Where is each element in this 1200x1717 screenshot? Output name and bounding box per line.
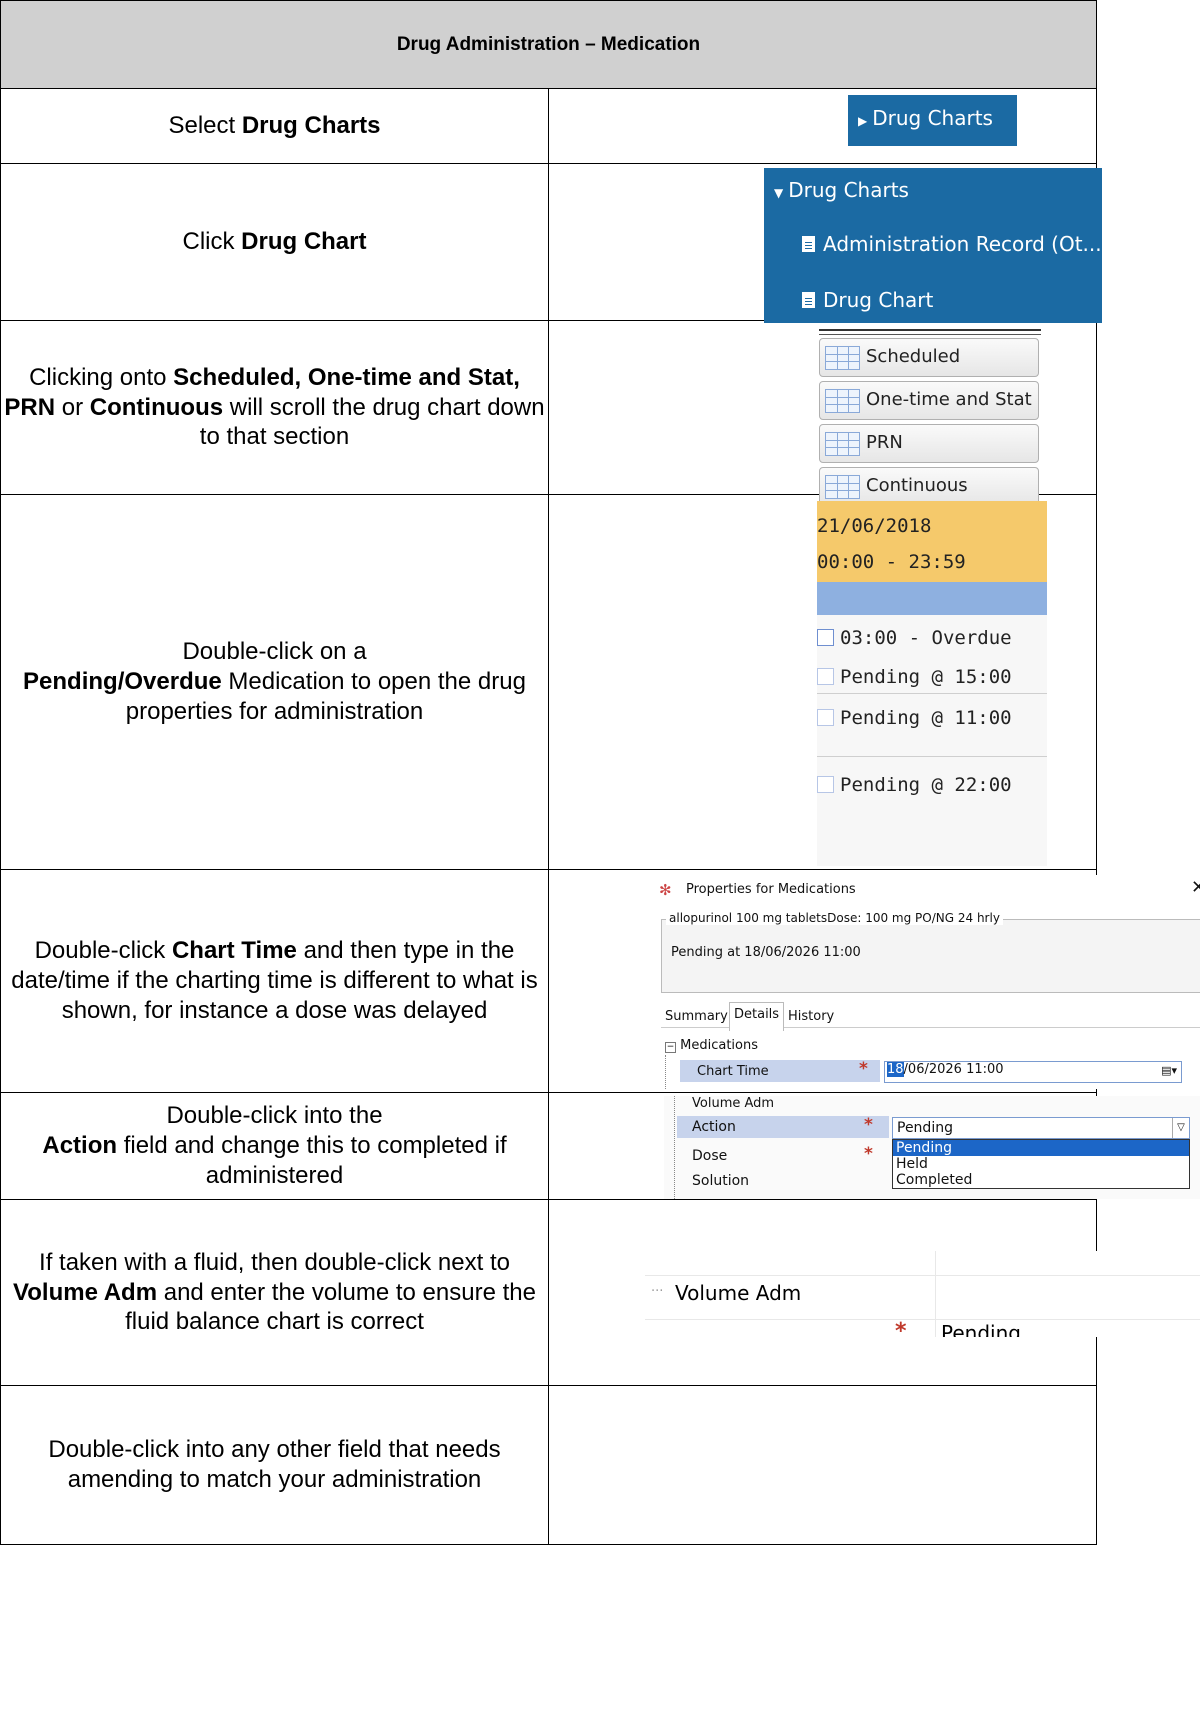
entry-pending-2200[interactable]: Pending @ 22:00: [817, 774, 1012, 796]
step-5-instruction: Double-click Chart Time and then type in…: [0, 869, 549, 1093]
date-label: 21/06/2018: [817, 515, 932, 537]
dialog-title: Properties for Medications: [686, 882, 856, 897]
entry-overdue[interactable]: 03:00 - Overdue: [817, 627, 1012, 649]
action-value-clipped: Pending: [941, 1321, 1021, 1337]
step-8-instruction: Double-click into any other field that n…: [0, 1385, 549, 1545]
option-held[interactable]: Held: [893, 1156, 1189, 1172]
document-icon: [802, 236, 815, 252]
step-3-screenshot: Scheduled One-time and Stat PRN Continuo…: [548, 320, 1097, 506]
time-range-label: 00:00 - 23:59: [817, 551, 966, 573]
close-icon[interactable]: ✕: [1191, 877, 1200, 898]
date-rest: /06/2026 11:00: [903, 1062, 1004, 1077]
drug-chart-column: 21/06/2018 00:00 - 23:59 03:00 - Overdue…: [817, 501, 1047, 866]
step-7-screenshot: ... Volume Adm * Pending: [548, 1199, 1200, 1386]
row-solution: Solution: [692, 1173, 750, 1189]
grid-icon: [825, 389, 860, 413]
tab-history[interactable]: History: [788, 1009, 834, 1024]
required-star: *: [895, 1319, 907, 1337]
row-volume-adm: Volume Adm: [692, 1096, 775, 1111]
properties-dialog: ✻ Properties for Medications ✕ allopurin…: [659, 875, 1200, 1089]
tree-item-administration-record[interactable]: Administration Record (Ot...: [802, 232, 1102, 256]
step-4-instruction: Double-click on a Pending/Overdue Medica…: [0, 494, 549, 870]
step-5-screenshot: ✻ Properties for Medications ✕ allopurin…: [548, 869, 1200, 1093]
group-medications[interactable]: − Medications: [665, 1038, 758, 1053]
drug-charts-button[interactable]: ▶ Drug Charts: [848, 95, 1017, 146]
entry-pending-1500[interactable]: Pending @ 15:00: [817, 666, 1012, 688]
step-6-screenshot: Volume Adm Action * Pending ▽ Dose * Sol…: [548, 1092, 1200, 1200]
section-buttons: Scheduled One-time and Stat PRN Continuo…: [819, 329, 1041, 506]
step-2-instruction: Click Drug Chart: [0, 163, 549, 321]
step-2-screenshot: ▼ Drug Charts Administration Record (Ot..…: [548, 163, 1102, 323]
triangle-right-icon: ▶: [858, 114, 868, 128]
action-options-list: Pending Held Completed: [892, 1139, 1190, 1189]
step-4-screenshot: 21/06/2018 00:00 - 23:59 03:00 - Overdue…: [548, 494, 1097, 870]
document-title: Drug Administration – Medication: [0, 0, 1097, 89]
checkbox-icon: [817, 709, 834, 726]
chart-time-label: Chart Time: [697, 1064, 769, 1079]
step-7-instruction: If taken with a fluid, then double-click…: [0, 1199, 549, 1386]
option-pending[interactable]: Pending: [893, 1140, 1189, 1156]
chevron-down-icon[interactable]: ▽: [1172, 1118, 1189, 1138]
volume-adm-panel: ... Volume Adm * Pending: [645, 1251, 1200, 1337]
checkbox-icon: [817, 629, 834, 646]
tree-parent-drug-charts[interactable]: ▼ Drug Charts: [774, 178, 909, 202]
required-star: *: [864, 1115, 873, 1135]
step-8-screenshot: [548, 1385, 1097, 1545]
grid-icon: [825, 346, 860, 370]
date-highlight: 18: [887, 1062, 904, 1077]
volume-adm-label: Volume Adm: [675, 1281, 802, 1305]
step-1-instruction: Select Drug Charts: [0, 88, 549, 164]
column-band: [817, 582, 1047, 615]
action-select[interactable]: Pending ▽: [892, 1117, 1190, 1139]
row-action: Action: [692, 1119, 736, 1135]
checkbox-icon: [817, 668, 834, 685]
required-star: *: [859, 1059, 868, 1079]
step-3-instruction: Clicking onto Scheduled, One-time and St…: [0, 320, 549, 495]
required-star: *: [864, 1144, 873, 1164]
drug-charts-tree: ▼ Drug Charts Administration Record (Ot..…: [764, 168, 1102, 323]
tab-details[interactable]: Details: [729, 1002, 785, 1031]
triangle-down-icon: ▼: [774, 186, 784, 200]
chart-time-input[interactable]: 18/06/2026 11:00 ▤▾: [884, 1061, 1182, 1083]
properties-icon: ✻: [659, 881, 672, 899]
grid-icon: [825, 432, 860, 456]
section-button-scheduled[interactable]: Scheduled: [819, 338, 1039, 377]
drug-charts-label: Drug Charts: [872, 106, 993, 130]
step-1-screenshot: ▶ Drug Charts: [548, 88, 1097, 164]
document-icon: [802, 292, 815, 308]
option-completed[interactable]: Completed: [893, 1172, 1189, 1188]
step-6-instruction: Double-click into the Action field and c…: [0, 1092, 549, 1200]
pending-label: Pending at 18/06/2026 11:00: [671, 945, 861, 960]
action-field-panel: Volume Adm Action * Pending ▽ Dose * Sol…: [664, 1096, 1200, 1199]
row-dose: Dose: [692, 1148, 728, 1164]
entry-pending-1100[interactable]: Pending @ 11:00: [817, 707, 1012, 729]
calendar-dropdown-icon[interactable]: ▤▾: [1161, 1064, 1177, 1077]
collapse-icon: −: [665, 1042, 676, 1053]
tab-summary[interactable]: Summary: [665, 1009, 728, 1024]
section-button-one-time-and-stat[interactable]: One-time and Stat: [819, 381, 1039, 420]
checkbox-icon: [817, 776, 834, 793]
drug-description: allopurinol 100 mg tabletsDose: 100 mg P…: [666, 911, 1003, 925]
section-button-prn[interactable]: PRN: [819, 424, 1039, 463]
tree-item-drug-chart[interactable]: Drug Chart: [802, 288, 933, 312]
